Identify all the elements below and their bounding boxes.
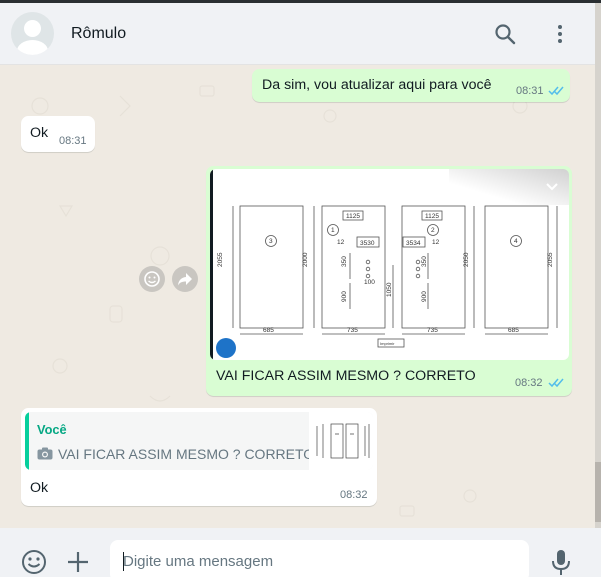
default-avatar-icon[interactable] [11,12,54,55]
message-bubble-outgoing[interactable]: Da sim, vou atualizar aqui para você 08:… [252,69,570,102]
drawing-dimension-label: 2000 [302,252,309,267]
chat-scrollbar-thumb[interactable] [595,462,601,522]
plus-icon[interactable] [65,549,91,577]
drawing-dimension-label: 350 [421,256,428,267]
image-message-bubble[interactable]: 1125 1125 3530 3534 12 12 350 350 100 1050 900 900 2… [206,166,572,396]
drawing-dimension-label: 685 [263,327,274,334]
message-time: 08:32 [515,377,543,389]
drawing-panel-number: 2 [431,227,435,234]
react-emoji-button[interactable] [139,266,165,292]
message-time: 08:31 [59,135,87,147]
drawing-dimension-label: 100 [364,279,375,286]
message-text: Da sim, vou atualizar aqui para você [262,77,492,93]
message-time: 08:31 [516,85,544,97]
drawing-dimension-label: 12 [432,239,440,246]
quoted-message[interactable]: Você VAI FICAR ASSIM MESMO ? CORRETO [25,412,373,470]
attached-image[interactable]: 1125 1125 3530 3534 12 12 350 350 100 1050 900 900 2… [210,169,569,360]
drawing-dimension-label: 3534 [406,240,421,247]
chat-header[interactable]: Rômulo [0,3,595,65]
microphone-icon[interactable] [549,548,573,577]
drawing-dimension-label: 1050 [386,282,393,297]
message-input[interactable] [110,540,529,577]
drawing-dimension-label: 2055 [217,252,224,267]
menu-dots-icon[interactable] [547,21,573,47]
message-text: Ok [30,480,49,496]
text-caret [123,552,124,571]
drawing-dimension-label: 3530 [360,240,375,247]
forward-arrow-icon [178,273,192,286]
quoted-image-thumbnail [309,412,373,470]
drawing-dimension-label: 1125 [346,213,360,220]
read-receipt-icon [548,84,565,100]
drawing-dimension-label: 735 [427,327,438,334]
message-time: 08:32 [340,489,368,501]
app-badge-icon [216,338,236,358]
drawing-panel-number: 4 [514,238,518,245]
smiley-icon [144,271,160,287]
drawing-dimension-label: 900 [341,291,348,302]
quoted-author: Você [37,422,67,437]
message-composer[interactable] [0,528,601,577]
drawing-dimension-label: Imprimir [380,341,395,346]
drawing-dimension-label: 2055 [547,252,554,267]
reply-message-bubble[interactable]: Você VAI FICAR ASSIM MESMO ? CORRETO Ok … [21,408,377,506]
message-bubble-incoming[interactable]: Ok 08:31 [21,116,95,152]
drawing-dimension-label: 12 [337,239,345,246]
chevron-down-icon[interactable] [543,177,561,195]
drawing-dimension-label: 350 [341,256,348,267]
drawing-dimension-label: 900 [421,291,428,302]
drawing-panel-number: 3 [269,238,273,245]
forward-button[interactable] [172,266,198,292]
drawing-dimension-label: 2050 [463,252,470,267]
camera-icon [37,447,53,460]
drawing-panel-number: 1 [331,227,335,234]
search-icon[interactable] [492,21,518,47]
emoji-icon[interactable] [20,548,48,577]
quoted-text: VAI FICAR ASSIM MESMO ? CORRETO [58,446,315,462]
contact-name[interactable]: Rômulo [71,25,126,43]
read-receipt-icon [548,376,565,392]
image-caption: VAI FICAR ASSIM MESMO ? CORRETO [216,368,476,384]
drawing-dimension-label: 1125 [425,213,439,220]
chat-scrollbar-track[interactable] [595,3,601,528]
drawing-dimension-label: 685 [508,327,519,334]
message-text: Ok [30,125,49,141]
drawing-dimension-label: 735 [347,327,358,334]
